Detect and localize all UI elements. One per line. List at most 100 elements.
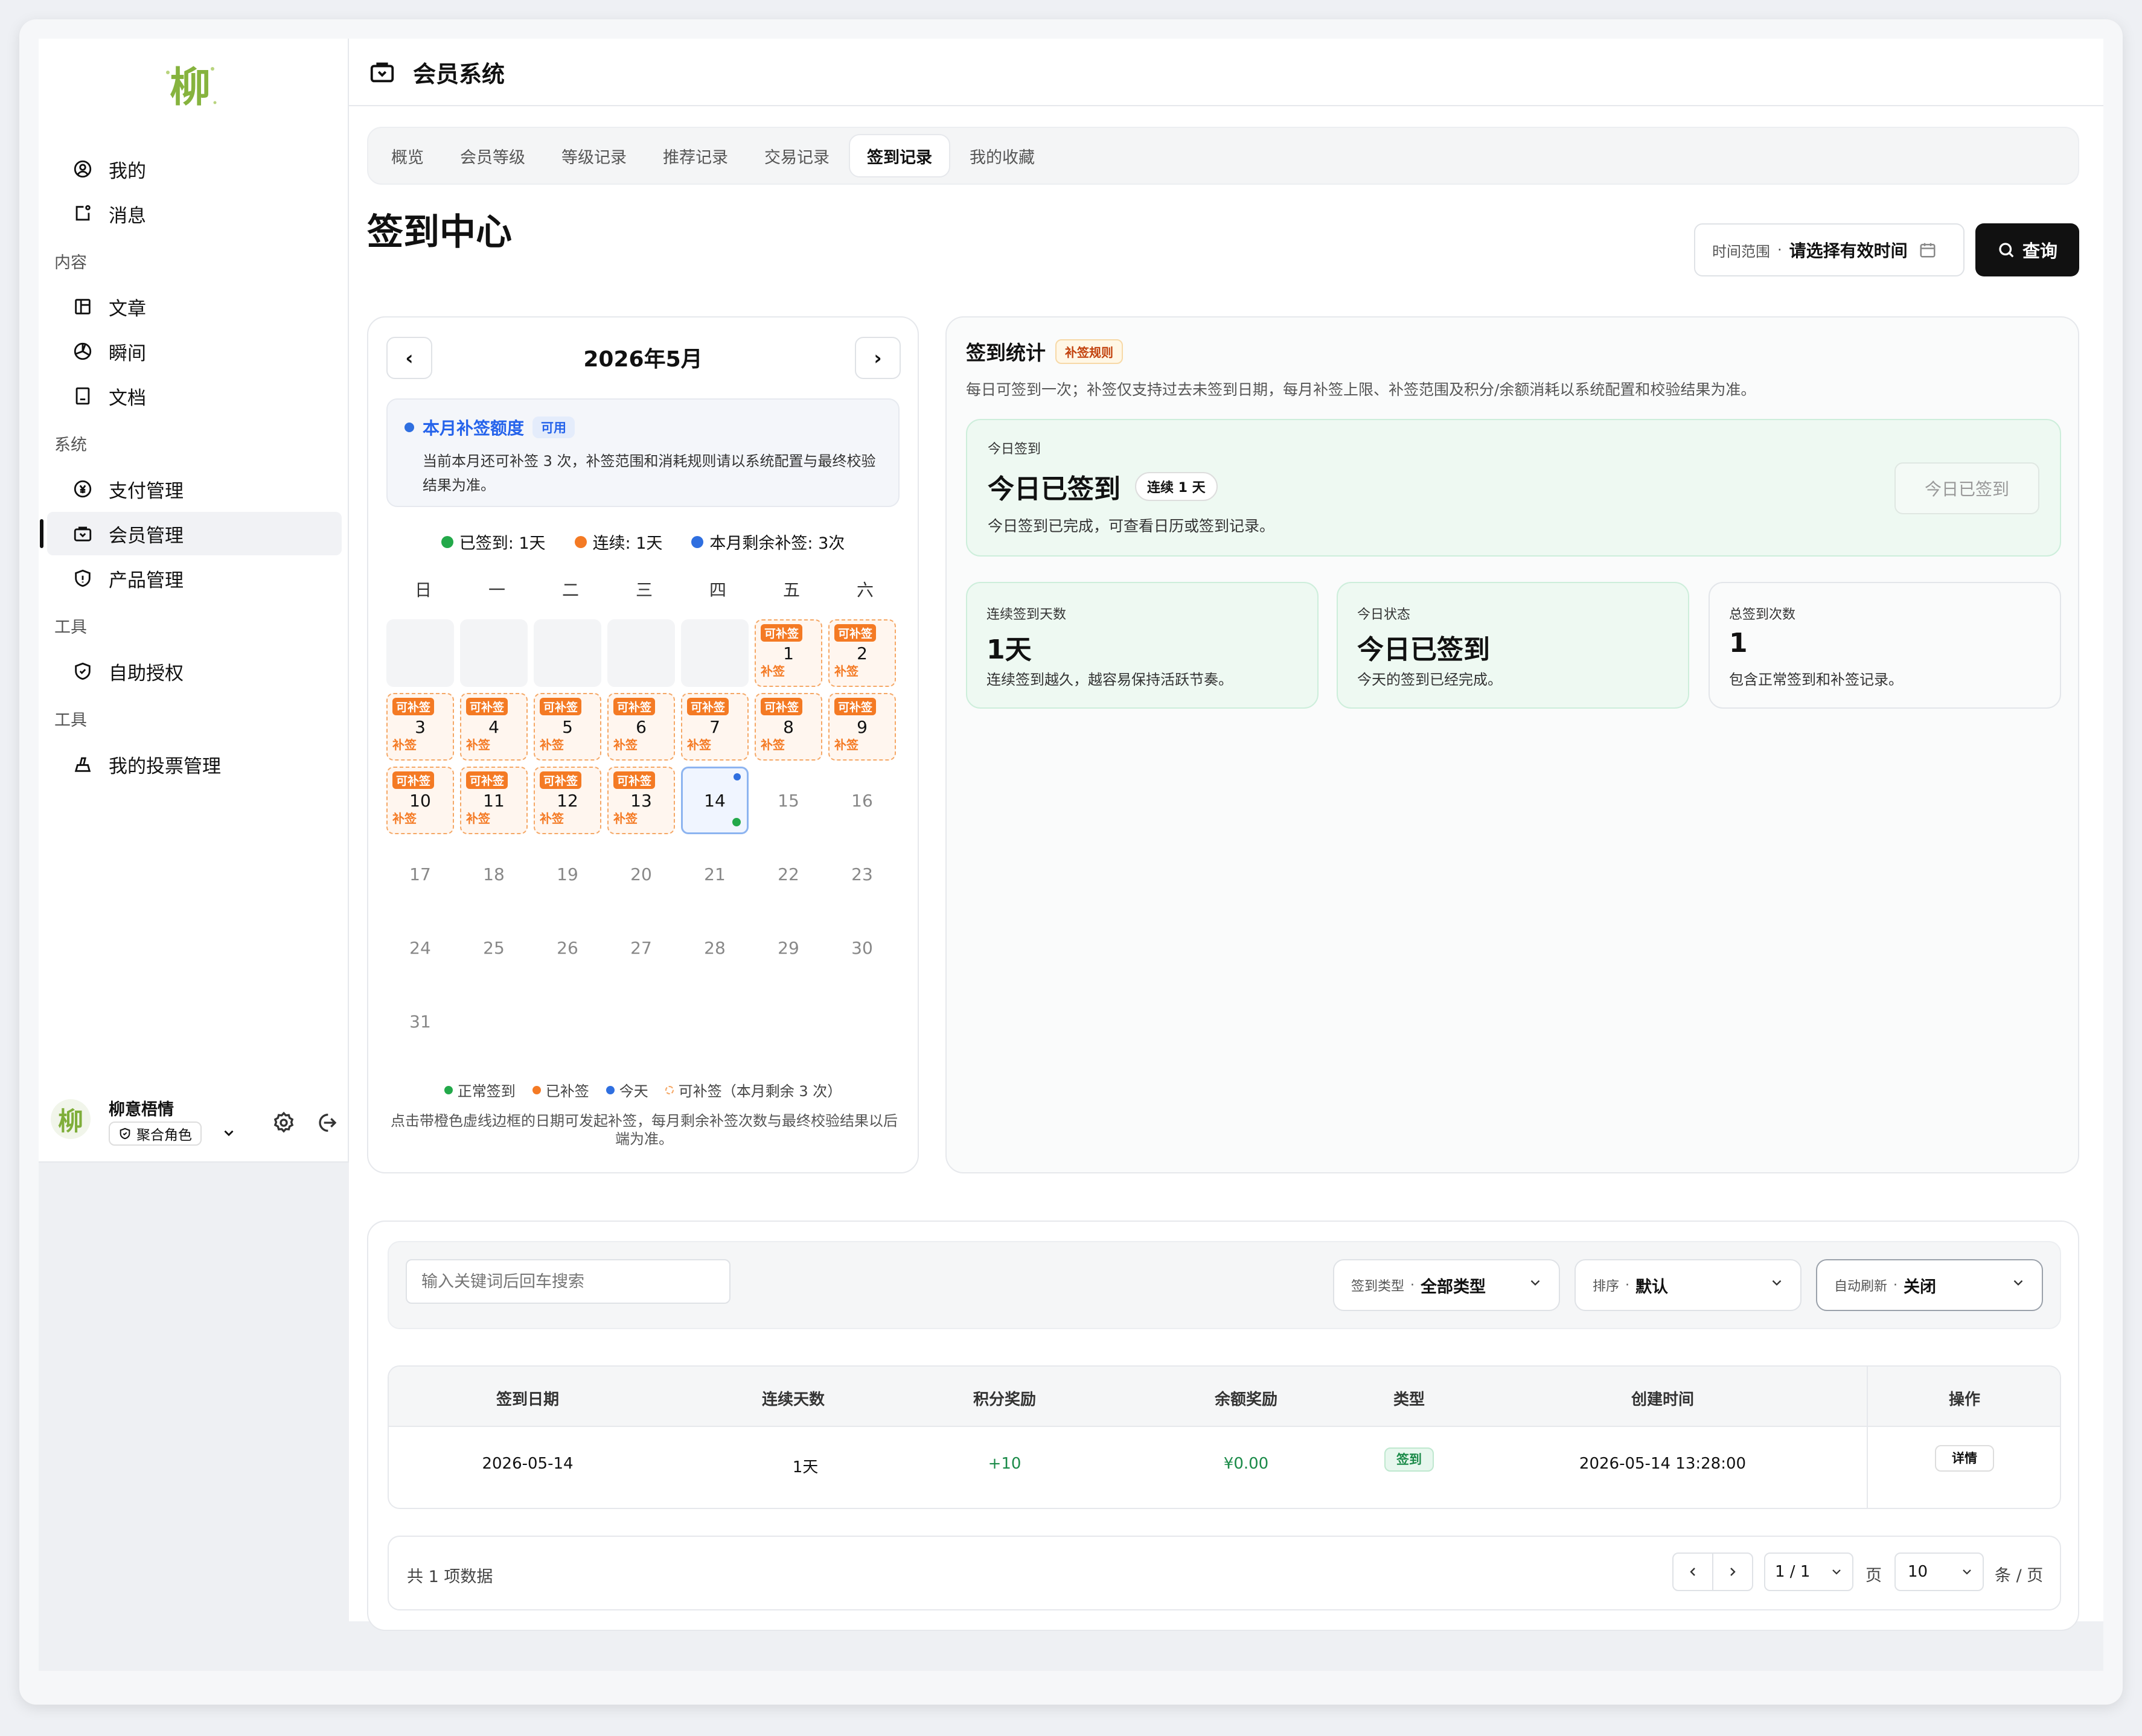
next-month-button[interactable]: › [855,337,901,379]
header-title: 会员系统 [413,60,505,88]
calendar-day-13[interactable]: 可补签 13 补签 [607,767,675,834]
calendar-day-2[interactable]: 可补签 2 补签 [828,619,896,687]
calendar-day-14[interactable]: 14 [681,767,749,834]
gear-icon[interactable] [272,1111,296,1135]
sidebar-item-label: 自助授权 [109,662,184,685]
tab-checkin-records[interactable]: 签到记录 [849,134,950,177]
col-points[interactable]: 积分奖励 [944,1387,1065,1409]
day-number: 14 [704,790,726,811]
prev-page-button[interactable] [1672,1553,1713,1591]
col-balance[interactable]: 余额奖励 [1186,1387,1306,1409]
search-input[interactable] [406,1259,731,1304]
calendar-day-8[interactable]: 可补签 8 补签 [755,693,822,761]
day-number: 6 [636,716,647,737]
calendar-day-5[interactable]: 可补签 5 补签 [534,693,601,761]
col-streak[interactable]: 连续天数 [733,1387,854,1409]
stat-label: 连续签到天数 [986,607,1067,622]
makeup-tag: 可补签 [392,771,435,789]
tab-favorites[interactable]: 我的收藏 [953,134,1052,177]
stat-card-status: 今日状态 今日已签到 今天的签到已经完成。 [1337,582,1689,709]
quota-badge: 可用 [532,416,575,438]
stat-value: 1 [1729,628,1748,659]
sidebar-item-moments[interactable]: 瞬间 [47,330,342,373]
makeup-tag: 可补签 [540,698,582,715]
tab-overview[interactable]: 概览 [374,134,441,177]
sidebar-item-members[interactable]: 会员管理 [40,512,342,555]
tab-member-levels[interactable]: 会员等级 [443,134,542,177]
makeup-sub: 补签 [466,738,490,752]
nav-group-tools-2: 工具 [54,710,87,730]
document-icon [71,385,94,407]
tab-transactions[interactable]: 交易记录 [747,134,846,177]
calendar-day-11[interactable]: 可补签 11 补签 [460,767,528,834]
calendar-month: 2026年5月 [583,347,703,372]
sidebar-item-docs[interactable]: 文档 [47,374,342,418]
detail-button[interactable]: 详情 [1935,1445,1994,1472]
rule-badge[interactable]: 补签规则 [1055,339,1123,364]
page-size-select[interactable]: 10 [1894,1553,1984,1591]
type-select[interactable]: 签到类型 · 全部类型 [1333,1259,1560,1311]
query-button[interactable]: 查询 [1975,223,2079,276]
col-created[interactable]: 创建时间 [1578,1387,1747,1409]
nav-group-content: 内容 [54,253,87,272]
col-date[interactable]: 签到日期 [443,1387,612,1409]
page-size-unit: 条 / 页 [1995,1566,2044,1585]
calendar-day-1[interactable]: 可补签 1 补签 [755,619,822,687]
calendar-day-4[interactable]: 可补签 4 补签 [460,693,528,761]
makeup-tag: 可补签 [834,624,877,642]
select-label: 签到类型 [1351,1279,1405,1294]
calendar-day-12[interactable]: 可补签 12 补签 [534,767,601,834]
calendar-day-29: 29 [778,937,799,958]
calendar-day-28: 28 [704,937,726,958]
cell-type: 签到 [1361,1447,1457,1472]
cell-balance: ¥0.00 [1223,1455,1269,1473]
avatar[interactable]: 柳 [51,1099,91,1139]
next-page-button[interactable] [1712,1553,1753,1591]
total-count: 共 1 项数据 [407,1568,493,1586]
chevron-down-icon[interactable] [221,1125,237,1144]
tab-referrals[interactable]: 推荐记录 [646,134,745,177]
records-table: 签到日期 连续天数 积分奖励 余额奖励 类型 创建时间 操作 2026-05-1… [388,1365,2061,1509]
calendar-day-9[interactable]: 可补签 9 补签 [828,693,896,761]
auto-refresh-select[interactable]: 自动刷新 · 关闭 [1816,1259,2043,1311]
legend-normal: 正常签到 [457,1083,516,1100]
sidebar-item-self-auth[interactable]: 自助授权 [47,649,342,693]
page-select[interactable]: 1 / 1 [1764,1553,1853,1591]
sidebar-item-label: 消息 [109,205,146,227]
calendar-day-7[interactable]: 可补签 7 补签 [681,693,749,761]
tab-level-records[interactable]: 等级记录 [545,134,644,177]
quota-desc: 当前本月还可补签 3 次，补签范围和消耗规则请以系统配置与最终校验结果为准。 [423,453,876,494]
weekday: 五 [782,580,800,600]
sidebar-item-articles[interactable]: 文章 [47,285,342,328]
sidebar-item-products[interactable]: 产品管理 [47,557,342,600]
normal-dot-icon [444,1085,453,1094]
makeup-tag: 可补签 [613,771,656,789]
calendar-day-25: 25 [483,937,505,958]
col-actions: 操作 [1948,1391,1980,1409]
sidebar-item-messages[interactable]: 消息 [47,192,342,235]
sidebar-item-payment[interactable]: 支付管理 [47,467,342,511]
makeup-tag: 可补签 [687,698,729,715]
calendar-legend: 正常签到 已补签 今天 可补签（本月剩余 3 次） [368,1079,918,1100]
calendar-day-3[interactable]: 可补签 3 补签 [386,693,454,761]
makeup-tag: 可补签 [834,698,877,715]
col-type[interactable]: 类型 [1361,1387,1457,1409]
sidebar-item-label: 会员管理 [109,525,184,547]
sort-select[interactable]: 排序 · 默认 [1575,1259,1802,1311]
legend-today: 今天 [619,1083,648,1100]
makeup-sub: 补签 [540,811,564,826]
logout-icon[interactable] [314,1111,338,1135]
brand-logo[interactable]: 柳 [157,54,223,121]
calendar-day-6[interactable]: 可补签 6 补签 [607,693,675,761]
role-selector[interactable]: 聚合角色 [109,1122,202,1146]
calendar-day-10[interactable]: 可补签 10 补签 [386,767,454,834]
today-desc: 今日签到已完成，可查看日历或签到记录。 [988,517,1275,535]
calendar-empty-cell [534,619,601,687]
makeup-sub: 补签 [761,664,785,678]
select-value: 全部类型 [1421,1277,1486,1297]
checkin-button[interactable]: 今日已签到 [1894,462,2039,514]
calendar-note: 点击带橙色虚线边框的日期可发起补签，每月剩余补签次数与最终校验结果以后端为准。 [391,1112,898,1147]
sidebar-item-votes[interactable]: 我的投票管理 [47,742,342,786]
time-range-picker[interactable]: 时间范围 · 请选择有效时间 [1694,223,1965,276]
sidebar-item-mine[interactable]: 我的 [47,147,342,191]
